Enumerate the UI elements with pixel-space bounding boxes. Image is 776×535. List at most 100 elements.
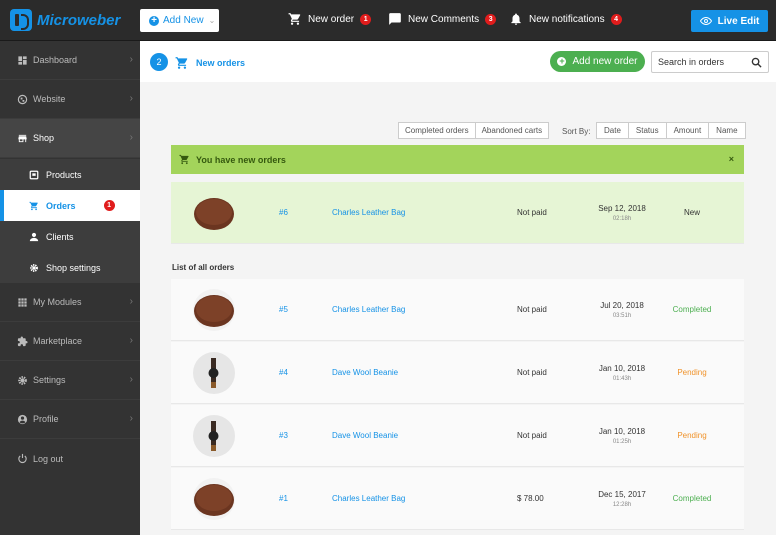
abandoned-carts-button[interactable]: Abandoned carts — [476, 123, 549, 138]
modules-icon — [18, 297, 27, 307]
live-edit-button[interactable]: Live Edit — [691, 10, 768, 32]
new-order-count: 1 — [360, 13, 372, 25]
order-id[interactable]: #6 — [279, 208, 288, 217]
sort-name-button[interactable]: Name — [709, 123, 744, 138]
sidebar: Dashboard › Website › Shop › Products Or… — [0, 41, 140, 535]
sidebar-item-label: Dashboard — [33, 55, 78, 65]
chevron-right-icon: › — [129, 132, 133, 143]
completed-orders-button[interactable]: Completed orders — [399, 123, 476, 138]
sort-status-button[interactable]: Status — [629, 123, 667, 138]
orders-count-badge: 1 — [103, 200, 115, 211]
order-time: 12:28h — [612, 502, 632, 508]
sidebar-item-profile[interactable]: Profile › — [0, 400, 140, 439]
new-order-row[interactable]: #6 Charles Leather Bag Not paid Sep 12, … — [171, 182, 744, 244]
order-row[interactable]: #5 Charles Leather Bag Not paid Jul 20, … — [171, 279, 744, 341]
sidebar-item-my-modules[interactable]: My Modules › — [0, 283, 140, 322]
sort-by-label: Sort By: — [562, 127, 591, 136]
sidebar-item-log-out[interactable]: Log out — [0, 439, 140, 478]
shop-icon — [18, 134, 27, 142]
sidebar-subitem-clients[interactable]: Clients — [0, 221, 140, 252]
sidebar-subitem-orders[interactable]: Orders 1 — [0, 190, 140, 221]
sidebar-item-label: Shop — [33, 133, 55, 143]
sidebar-subitem-label: Clients — [46, 231, 74, 242]
order-row[interactable]: #1 Charles Leather Bag $ 78.00 Dec 15, 2… — [171, 468, 744, 530]
logo[interactable]: Microweber — [10, 8, 120, 32]
globe-icon — [17, 94, 28, 104]
chevron-right-icon: › — [129, 413, 133, 424]
gear-icon — [18, 375, 27, 385]
order-status: New — [683, 208, 700, 217]
plus-icon: + — [149, 15, 159, 26]
order-date: Jan 10, 2018 — [598, 427, 646, 436]
order-id[interactable]: #5 — [279, 305, 288, 314]
person-icon — [29, 232, 39, 241]
comment-icon — [389, 13, 401, 25]
new-order-label: New order — [308, 13, 355, 25]
sidebar-subitem-label: Products — [46, 169, 82, 180]
order-date: Jul 20, 2018 — [600, 301, 644, 310]
sidebar-subitem-products[interactable]: Products — [0, 159, 140, 190]
step-number: 2 — [150, 53, 168, 71]
list-title: List of all orders — [172, 263, 235, 272]
page-title-text: New orders — [196, 58, 246, 68]
order-product-name[interactable]: Charles Leather Bag — [332, 208, 405, 217]
new-notifications-link[interactable]: New notifications 4 — [509, 12, 622, 26]
power-icon — [18, 453, 27, 464]
new-order-link[interactable]: New order 1 — [288, 12, 372, 26]
sidebar-subitem-shop-settings[interactable]: Shop settings — [0, 252, 140, 283]
order-id[interactable]: #1 — [279, 494, 288, 503]
sidebar-item-label: Marketplace — [33, 336, 83, 346]
sort-date-button[interactable]: Date — [597, 123, 629, 138]
order-filter-group: Completed orders Abandoned carts — [398, 122, 550, 139]
sidebar-item-website[interactable]: Website › — [0, 80, 140, 119]
add-new-order-label: Add new order — [572, 56, 638, 67]
order-id[interactable]: #4 — [279, 368, 288, 377]
order-product-name[interactable]: Charles Leather Bag — [332, 305, 405, 314]
sidebar-subitem-label: Shop settings — [46, 262, 101, 273]
cart-icon — [175, 57, 188, 69]
sidebar-item-dashboard[interactable]: Dashboard › — [0, 41, 140, 80]
new-comments-count: 3 — [485, 13, 497, 25]
sidebar-item-marketplace[interactable]: Marketplace › — [0, 322, 140, 361]
order-status: Pending — [677, 431, 707, 440]
sidebar-item-label: Settings — [33, 375, 66, 385]
cart-icon — [29, 201, 38, 210]
new-orders-banner-text: You have new orders — [196, 154, 286, 165]
search-input[interactable] — [652, 52, 742, 72]
sort-amount-button[interactable]: Amount — [667, 123, 710, 138]
eye-icon — [699, 16, 712, 26]
gear-icon — [30, 263, 38, 272]
order-product-name[interactable]: Dave Wool Beanie — [332, 368, 398, 377]
dashboard-icon — [18, 55, 27, 65]
live-edit-label: Live Edit — [717, 15, 760, 27]
new-comments-label: New Comments — [408, 13, 480, 25]
sort-group: Date Status Amount Name — [596, 122, 746, 139]
brand-name: Microweber — [37, 11, 121, 29]
new-comments-link[interactable]: New Comments 3 — [388, 12, 497, 26]
order-status: Completed — [672, 305, 712, 314]
order-product-name[interactable]: Charles Leather Bag — [332, 494, 405, 503]
chevron-right-icon: › — [129, 335, 133, 346]
add-new-label: Add New — [163, 15, 204, 26]
product-thumbnail — [193, 192, 235, 234]
sidebar-item-label: Website — [33, 94, 66, 104]
sidebar-item-shop[interactable]: Shop › — [0, 119, 140, 158]
sidebar-subitem-label: Orders — [46, 200, 76, 211]
add-new-order-button[interactable]: + Add new order — [550, 51, 645, 72]
order-product-name[interactable]: Dave Wool Beanie — [332, 431, 398, 440]
page-title: New orders — [175, 56, 245, 70]
search-icon[interactable] — [751, 57, 762, 68]
order-row[interactable]: #3 Dave Wool Beanie Not paid Jan 10, 201… — [171, 405, 744, 467]
bell-icon — [511, 13, 521, 25]
close-icon[interactable]: × — [729, 154, 734, 164]
order-status: Completed — [672, 494, 712, 503]
cart-icon — [179, 154, 189, 165]
product-thumbnail — [193, 352, 235, 394]
product-thumbnail — [193, 478, 235, 520]
sidebar-item-settings[interactable]: Settings › — [0, 361, 140, 400]
user-icon — [17, 414, 28, 424]
order-id[interactable]: #3 — [279, 431, 288, 440]
order-row[interactable]: #4 Dave Wool Beanie Not paid Jan 10, 201… — [171, 342, 744, 404]
product-thumbnail — [193, 415, 235, 457]
add-new-button[interactable]: + Add New ⌄ — [140, 9, 219, 32]
